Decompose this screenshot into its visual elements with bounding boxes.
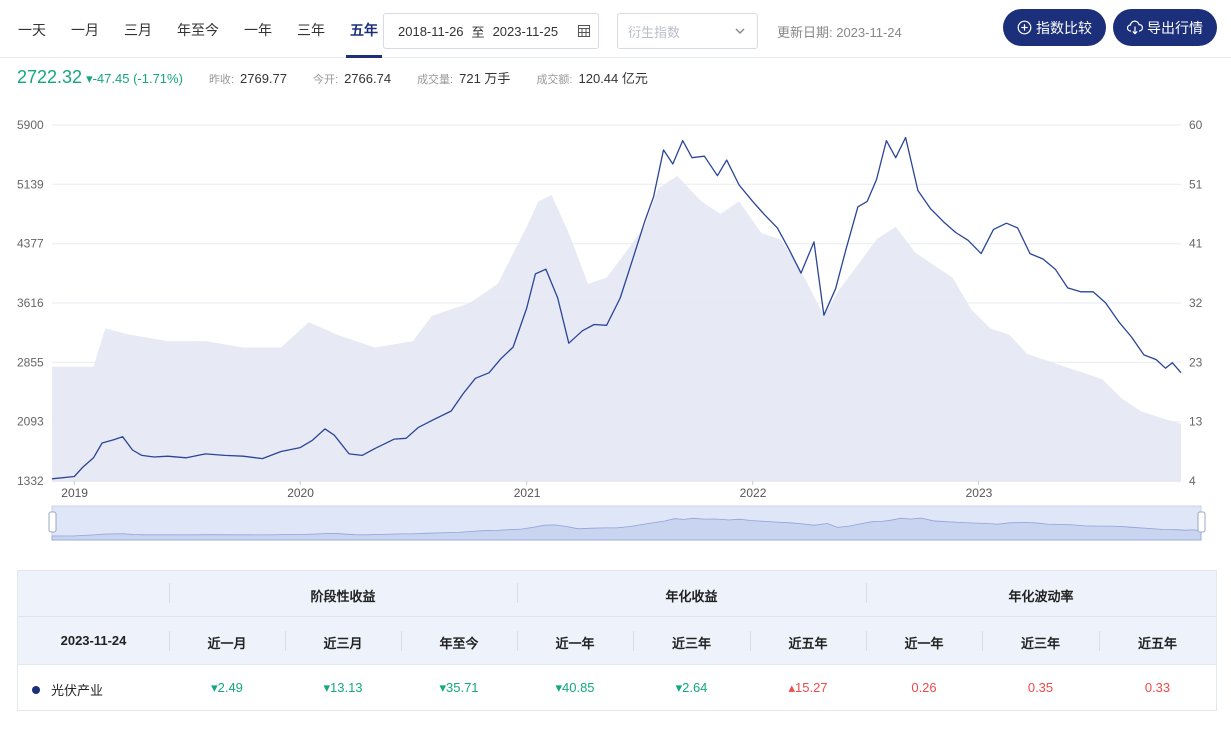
- table-group-header: 阶段性收益 年化收益 年化波动率: [18, 571, 1216, 616]
- chevron-down-icon: [735, 28, 745, 34]
- cell-value: ▾35.71: [439, 680, 479, 695]
- y-left-tick-label: 2093: [17, 415, 44, 429]
- header-col: 年至今: [439, 636, 479, 651]
- table-column-header: 2023-11-24 近一月 近三月 年至今 近一年 近三年 近五年 近一年 近…: [18, 616, 1216, 664]
- calendar-icon: [578, 25, 590, 37]
- turnover-value: 120.44 亿元: [578, 71, 648, 86]
- x-tick-label: 2021: [514, 486, 541, 500]
- y-right-tick-label: 60: [1189, 118, 1203, 132]
- update-date: 更新日期: 2023-11-24: [777, 25, 902, 40]
- y-right-tick-label: 41: [1189, 237, 1203, 251]
- y-left-tick-label: 5139: [17, 177, 44, 191]
- header-col: 近一年: [555, 636, 595, 651]
- group-annualized-volatility: 年化波动率: [1008, 589, 1074, 604]
- tab-one-day[interactable]: 一天: [8, 0, 56, 58]
- x-tick-label: 2019: [61, 486, 88, 500]
- volume-value: 721 万手: [459, 71, 511, 86]
- y-right-tick-label: 4: [1189, 474, 1196, 488]
- toolbar: 一天 一月 三月 年至今 一年 三年 五年 2018-11-26 至 2023-…: [0, 0, 1231, 58]
- export-quotes-label: 导出行情: [1147, 19, 1203, 36]
- tab-five-years[interactable]: 五年: [340, 0, 388, 58]
- zoom-handle-right: [1197, 511, 1206, 533]
- date-separator: 至: [471, 24, 485, 40]
- price-chart[interactable]: 1332 4 2093 13 2855 23 3616 32 4377 41 5139 51 5900 6…: [0, 110, 1231, 542]
- volume-area-series: [52, 175, 1181, 481]
- row-name: 光伏产业: [51, 683, 104, 698]
- group-periodic-return: 阶段性收益: [310, 589, 376, 604]
- tab-one-year[interactable]: 一年: [234, 0, 282, 58]
- table-row[interactable]: 光伏产业 ▾2.49 ▾13.13 ▾35.71 ▾40.85 ▾2.64 ▴1…: [18, 664, 1216, 711]
- y-left-tick-label: 1332: [17, 474, 44, 488]
- cell-value: ▴15.27: [788, 680, 828, 695]
- last-price: 2722.32: [17, 67, 83, 87]
- cell-value: 0.33: [1144, 680, 1171, 695]
- header-col: 近五年: [1137, 636, 1177, 651]
- y-right-tick-label: 51: [1189, 177, 1203, 191]
- tab-one-month[interactable]: 一月: [61, 0, 109, 58]
- date-range-picker[interactable]: 2018-11-26 至 2023-11-25: [383, 13, 599, 49]
- derived-index-placeholder: 衍生指数: [628, 24, 681, 40]
- cell-value: ▾2.64: [675, 680, 708, 695]
- index-compare-label: 指数比较: [1036, 19, 1092, 36]
- header-col: 近三年: [671, 636, 711, 651]
- cell-value: 0.26: [911, 680, 937, 695]
- returns-table: 阶段性收益 年化收益 年化波动率 2023-11-24 近一月 近三月 年至今 …: [17, 570, 1217, 711]
- index-compare-button[interactable]: 指数比较: [1003, 9, 1106, 46]
- series-dot: [32, 685, 40, 694]
- range-tabs: 一天 一月 三月 年至今 一年 三年 五年: [8, 0, 393, 58]
- tab-three-years[interactable]: 三年: [287, 0, 335, 58]
- y-left-tick-label: 3616: [17, 296, 44, 310]
- x-tick-label: 2023: [966, 486, 993, 500]
- quote-summary: 2722.32 ▾-47.45 (-1.71%) 昨收: 2769.77 今开:…: [17, 67, 648, 91]
- date-end: 2023-11-25: [492, 23, 559, 39]
- tab-three-months[interactable]: 三月: [114, 0, 162, 58]
- tab-year-to-date[interactable]: 年至今: [167, 0, 229, 58]
- header-col: 近五年: [788, 636, 828, 651]
- export-quotes-button[interactable]: 导出行情: [1113, 9, 1217, 46]
- cloud-download-icon: [1127, 20, 1143, 35]
- prev-close-value: 2769.77: [240, 71, 287, 86]
- volume-label: 成交量:: [417, 74, 454, 86]
- turnover-label: 成交额:: [536, 74, 573, 86]
- header-col: 近一年: [904, 636, 944, 651]
- open-value: 2766.74: [344, 71, 392, 86]
- price-change: ▾-47.45 (-1.71%): [86, 71, 183, 86]
- row-name-cell: 光伏产业: [32, 680, 104, 699]
- date-start: 2018-11-26: [398, 23, 464, 39]
- plus-circle-icon: [1017, 20, 1032, 35]
- y-left-tick-label: 4377: [17, 237, 44, 251]
- cell-value: ▾2.49: [211, 680, 243, 695]
- header-col: 近三月: [323, 636, 363, 651]
- zoom-handle-left: [48, 511, 57, 533]
- header-date: 2023-11-24: [60, 633, 127, 648]
- cell-value: 0.35: [1027, 680, 1054, 695]
- y-right-tick-label: 13: [1189, 415, 1203, 429]
- open-label: 今开:: [313, 74, 339, 86]
- cell-value: ▾40.85: [555, 680, 595, 695]
- x-tick-label: 2020: [287, 486, 314, 500]
- y-right-tick-label: 23: [1189, 355, 1203, 369]
- header-col: 近一月: [207, 636, 247, 651]
- group-annualized-return: 年化收益: [665, 589, 718, 604]
- header-col: 近三年: [1020, 636, 1060, 651]
- prev-close-label: 昨收:: [208, 74, 234, 86]
- y-left-tick-label: 5900: [17, 118, 44, 132]
- derived-index-select[interactable]: 衍生指数: [617, 13, 758, 49]
- x-tick-label: 2022: [740, 486, 767, 500]
- y-right-tick-label: 32: [1189, 296, 1203, 310]
- y-left-tick-label: 2855: [17, 355, 44, 369]
- cell-value: ▾13.13: [323, 680, 363, 695]
